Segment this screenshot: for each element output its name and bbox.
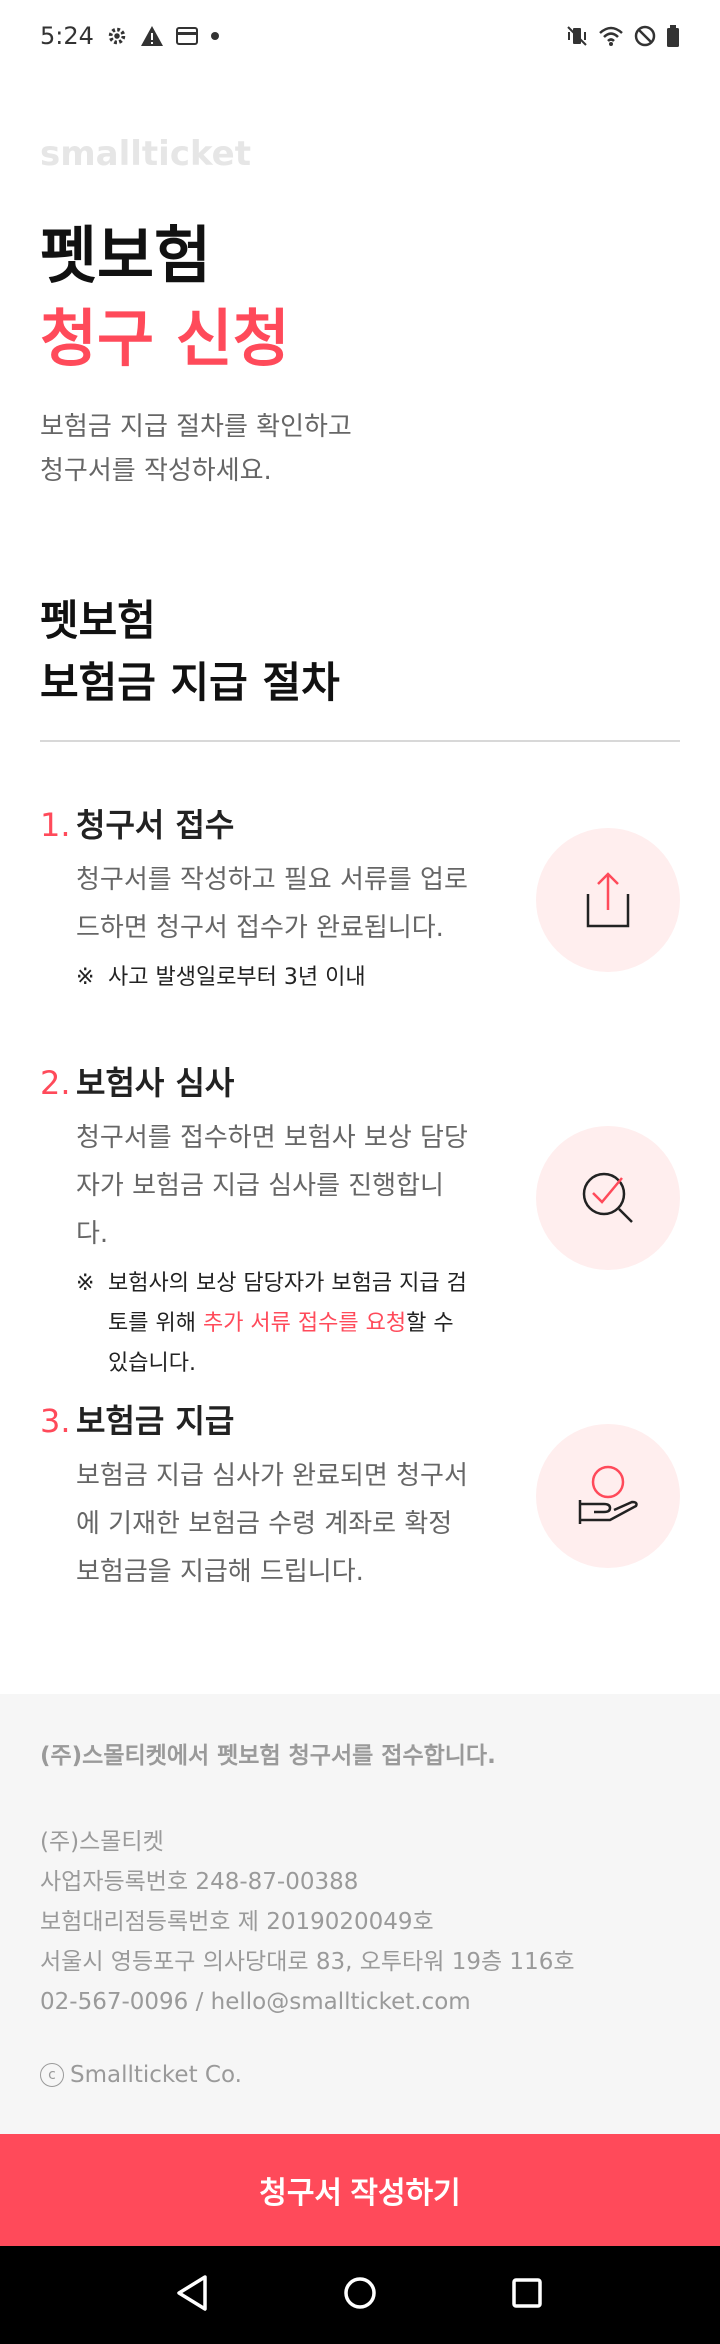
page-description: 보험금 지급 절차를 확인하고 청구서를 작성하세요. xyxy=(40,405,640,493)
step-number: 2. xyxy=(40,1064,71,1102)
step-description: 보험금 지급 심사가 완료되면 청구서에 기재한 보험금 수령 계좌로 확정 보… xyxy=(76,1461,468,1587)
dot-icon xyxy=(210,31,220,41)
wifi-icon xyxy=(598,25,624,47)
write-claim-button[interactable]: 청구서 작성하기 xyxy=(0,2134,720,2246)
step-title: 청구서 접수 xyxy=(76,806,235,844)
step-description: 청구서를 작성하고 필요 서류를 업로드하면 청구서 접수가 완료됩니다. xyxy=(76,865,468,943)
copyright-text: Smallticket Co. xyxy=(70,2062,242,2088)
note-mark: ※ xyxy=(76,965,95,990)
note-mark: ※ xyxy=(76,1271,95,1296)
step-insurer-review: 2. 보험사 심사 청구서를 접수하면 보험사 보상 담당자가 보험금 지급 심… xyxy=(40,1058,680,1384)
section-title-line: 보험금 지급 절차 xyxy=(40,658,340,707)
vibrate-icon xyxy=(566,25,588,47)
section-title: 펫보험 보험금 지급 절차 xyxy=(40,590,340,714)
settings-icon xyxy=(106,25,128,47)
upload-icon xyxy=(536,828,680,972)
warning-icon xyxy=(140,25,164,47)
status-bar: 5:24 xyxy=(0,0,720,72)
step-payment: 3. 보험금 지급 보험금 지급 심사가 완료되면 청구서에 기재한 보험금 수… xyxy=(40,1396,680,1596)
status-time: 5:24 xyxy=(40,22,94,50)
back-icon[interactable] xyxy=(173,2273,213,2317)
section-title-line: 펫보험 xyxy=(40,596,156,645)
page-subtitle: 청구 신청 xyxy=(40,302,290,375)
copyright: c Smallticket Co. xyxy=(40,2062,680,2088)
home-icon[interactable] xyxy=(340,2273,380,2317)
step-note-text: 보험사의 보상 담당자가 보험금 지급 검토를 위해 추가 서류 접수를 요청할… xyxy=(108,1264,476,1384)
recents-icon[interactable] xyxy=(507,2273,547,2317)
step-claim-receipt: 1. 청구서 접수 청구서를 작성하고 필요 서류를 업로드하면 청구서 접수가… xyxy=(40,800,680,998)
battery-icon xyxy=(666,25,680,47)
page-description-line: 보험금 지급 절차를 확인하고 xyxy=(40,412,352,442)
dnd-icon xyxy=(634,25,656,47)
company-address: 서울시 영등포구 의사당대로 83, 오투타워 19층 116호 xyxy=(40,1949,575,1975)
section-divider xyxy=(40,740,680,742)
step-note: ※ 보험사의 보상 담당자가 보험금 지급 검토를 위해 추가 서류 접수를 요… xyxy=(76,1264,476,1384)
agency-number: 보험대리점등록번호 제 2019020049호 xyxy=(40,1909,434,1935)
copyright-icon: c xyxy=(40,2063,64,2087)
business-number: 사업자등록번호 248-87-00388 xyxy=(40,1869,359,1895)
step-description: 청구서를 접수하면 보험사 보상 담당자가 보험금 지급 심사를 진행합니다. xyxy=(76,1123,468,1249)
footer: (주)스몰티켓에서 펫보험 청구서를 접수합니다. (주)스몰티켓 사업자등록번… xyxy=(0,1694,720,2134)
company-contact: 02-567-0096 / hello@smallticket.com xyxy=(40,1989,471,2015)
payment-hand-icon xyxy=(536,1424,680,1568)
step-note-text: 사고 발생일로부터 3년 이내 xyxy=(108,965,366,990)
step-note-highlight: 추가 서류 접수를 요청 xyxy=(202,1311,407,1336)
page-title: 펫보험 xyxy=(40,219,212,292)
step-number: 1. xyxy=(40,806,71,844)
company-name: (주)스몰티켓 xyxy=(40,1829,164,1855)
page-description-line: 청구서를 작성하세요. xyxy=(40,456,272,486)
step-title: 보험사 심사 xyxy=(76,1064,235,1102)
brand-logo: smallticket xyxy=(40,134,251,174)
step-number: 3. xyxy=(40,1402,71,1440)
card-icon xyxy=(175,26,198,46)
system-nav-bar xyxy=(0,2246,720,2344)
footer-notice: (주)스몰티켓에서 펫보험 청구서를 접수합니다. xyxy=(40,1743,496,1769)
step-title: 보험금 지급 xyxy=(76,1402,235,1440)
step-note: ※ 사고 발생일로부터 3년 이내 xyxy=(76,958,476,998)
review-check-icon xyxy=(536,1126,680,1270)
company-info: (주)스몰티켓 사업자등록번호 248-87-00388 보험대리점등록번호 제… xyxy=(40,1822,680,2022)
